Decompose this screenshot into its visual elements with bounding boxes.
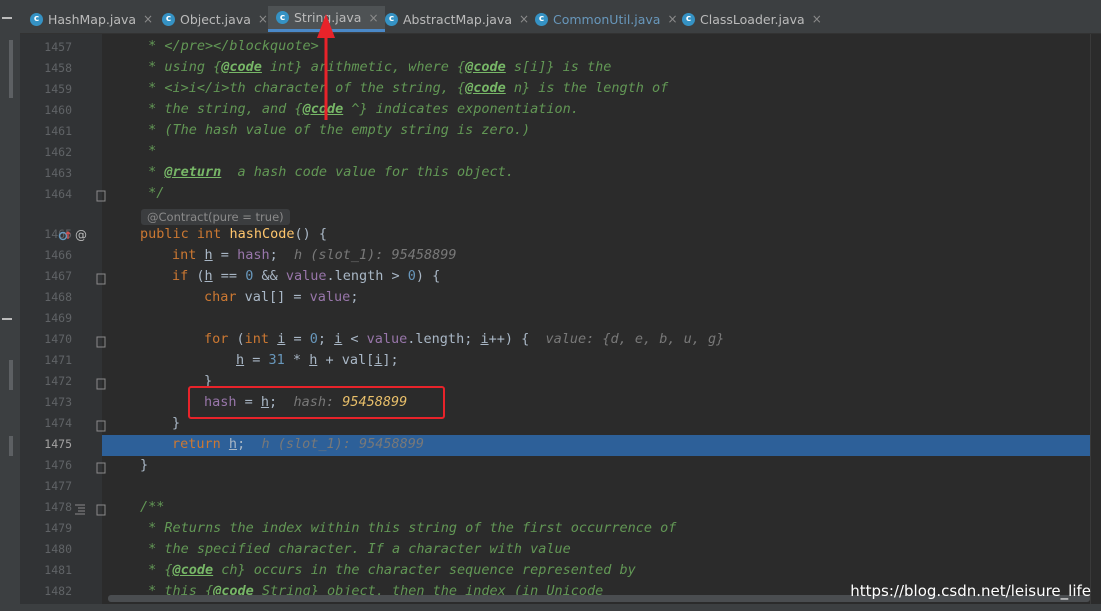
code-line: public int hashCode() {	[140, 226, 327, 242]
line-number: 1457	[44, 40, 72, 54]
annotation-icon[interactable]: @	[75, 228, 87, 242]
code-line: /**	[140, 499, 165, 515]
status-strip	[0, 604, 1101, 611]
code-line: * </pre></blockquote>	[140, 38, 319, 54]
code-line: * using {@code int} arithmetic, where {@…	[140, 59, 612, 75]
line-number: 1464	[44, 187, 72, 201]
inline-debug-value: value: {d, e, b, u, g}	[545, 331, 725, 347]
line-number: 1473	[44, 395, 72, 409]
vertical-scrollbar[interactable]	[1090, 34, 1101, 604]
tab-label: ClassLoader.java	[700, 11, 805, 27]
strip-marker	[9, 360, 13, 390]
line-number: 1462	[44, 145, 72, 159]
code-line: * the specified character. If a characte…	[140, 541, 571, 557]
line-number: 1474	[44, 416, 72, 430]
line-number: 1459	[44, 82, 72, 96]
code-line-current: return h; h (slot_1): 95458899	[172, 436, 425, 452]
class-icon: c	[682, 12, 695, 26]
class-icon: c	[162, 12, 175, 26]
line-number: 1460	[44, 103, 72, 117]
tab-label: CommonUtil.java	[553, 11, 661, 27]
code-line: * @return a hash code value for this obj…	[140, 164, 514, 180]
tab-hashmap[interactable]: c HashMap.java ×	[22, 6, 159, 32]
line-number: 1479	[44, 521, 72, 535]
line-number: 1478	[44, 500, 72, 514]
strip-marker	[9, 436, 13, 456]
line-number: 1480	[44, 542, 72, 556]
close-icon[interactable]: ×	[258, 12, 268, 26]
code-line: }	[140, 457, 149, 473]
inline-debug-value: h (slot_1): 95458899	[261, 436, 425, 452]
tab-classloader[interactable]: c ClassLoader.java ×	[674, 6, 828, 32]
code-line: h = 31 * h + val[i];	[236, 352, 399, 368]
strip-dash[interactable]	[2, 318, 12, 320]
override-icon[interactable]	[58, 230, 72, 242]
code-line: char val[] = value;	[204, 289, 359, 305]
watermark: https://blog.csdn.net/leisure_life	[850, 582, 1091, 600]
strip-dash[interactable]	[2, 17, 12, 19]
editor-tab-bar: c HashMap.java × c Object.java × c Strin…	[20, 0, 1101, 34]
line-number: 1468	[44, 290, 72, 304]
code-line: * {@code ch} occurs in the character seq…	[140, 562, 636, 578]
left-tool-strip	[0, 0, 20, 611]
contract-inlay-hint[interactable]: @Contract(pure = true)	[141, 209, 290, 225]
code-line: for (int i = 0; i < value.length; i++) {…	[204, 331, 725, 347]
code-editor[interactable]: * </pre></blockquote> * using {@code int…	[102, 34, 1090, 604]
annotation-highlight-box	[188, 386, 445, 419]
line-number: 1466	[44, 248, 72, 262]
code-line: * (The hash value of the empty string is…	[140, 122, 531, 138]
class-icon: c	[276, 11, 289, 24]
class-icon: c	[385, 12, 398, 26]
line-number: 1461	[44, 124, 72, 138]
tab-label: Object.java	[180, 11, 251, 27]
code-line: */	[140, 185, 165, 201]
close-icon[interactable]: ×	[143, 12, 153, 26]
annotation-arrow-icon	[317, 14, 335, 120]
strip-marker	[9, 40, 13, 98]
line-number: 1458	[44, 61, 72, 75]
code-line: if (h == 0 && value.length > 0) {	[172, 268, 441, 284]
tab-abstractmap[interactable]: c AbstractMap.java ×	[377, 6, 535, 32]
code-line: }	[172, 415, 181, 431]
code-line: * Returns the index within this string o…	[140, 520, 677, 536]
editor-gutter[interactable]: 1457 1458 1459 1460 1461 1462 1463 1464 …	[20, 34, 106, 604]
inline-debug-value: h (slot_1): 95458899	[293, 247, 457, 263]
tab-commonutil[interactable]: c CommonUtil.java ×	[527, 6, 684, 32]
line-number: 1481	[44, 563, 72, 577]
line-number: 1476	[44, 458, 72, 472]
class-icon: c	[30, 12, 43, 26]
line-number: 1482	[44, 584, 72, 598]
close-icon[interactable]: ×	[812, 12, 822, 26]
code-line: * the string, and {@code ^} indicates ex…	[140, 101, 579, 117]
line-number: 1472	[44, 374, 72, 388]
line-number: 1463	[44, 166, 72, 180]
line-number: 1471	[44, 353, 72, 367]
class-icon: c	[535, 12, 548, 26]
tab-object[interactable]: c Object.java ×	[154, 6, 274, 32]
doc-render-icon[interactable]	[74, 503, 86, 515]
line-number-current: 1475	[44, 437, 72, 451]
tab-label: HashMap.java	[48, 11, 137, 27]
tab-label: AbstractMap.java	[403, 11, 513, 27]
code-line: int h = hash; h (slot_1): 95458899	[172, 247, 457, 263]
line-number: 1470	[44, 332, 72, 346]
line-number: 1477	[44, 479, 72, 493]
code-line: *	[140, 143, 157, 159]
line-number: 1469	[44, 311, 72, 325]
line-number: 1467	[44, 269, 72, 283]
code-line: * <i>i</i>th character of the string, {@…	[140, 80, 669, 96]
